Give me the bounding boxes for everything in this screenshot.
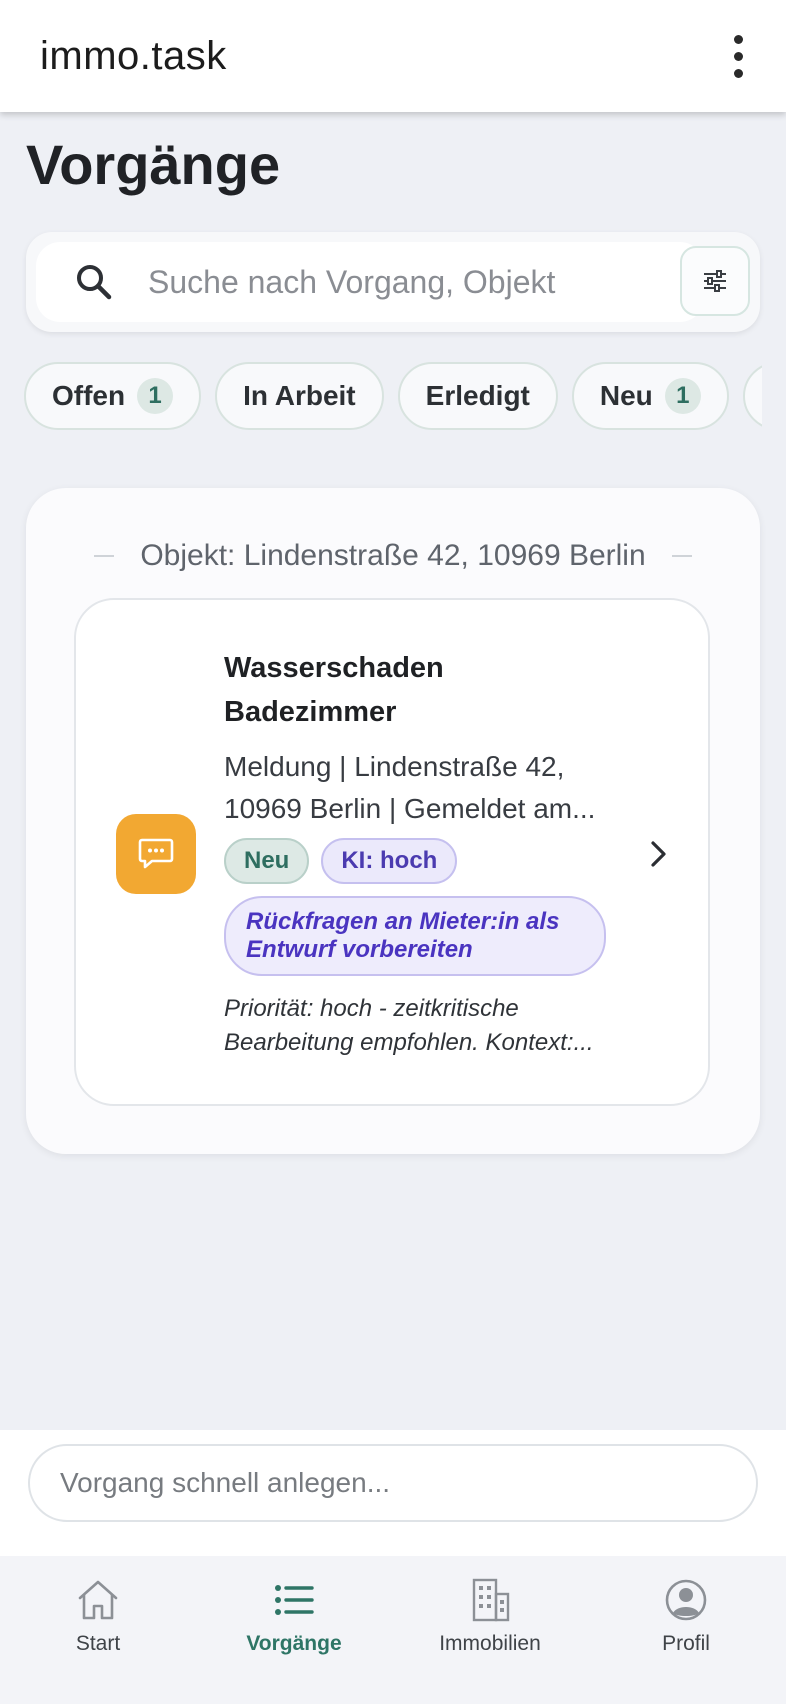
nav-item-profil[interactable]: Profil xyxy=(588,1576,784,1686)
chip-label: In Arbeit xyxy=(243,380,356,411)
app-bar: immo.task xyxy=(0,0,786,112)
divider xyxy=(94,555,115,557)
case-meta: Meldung | Lindenstraße 42, 10969 Berlin … xyxy=(224,751,596,824)
chip-label: Offen xyxy=(52,380,126,411)
bottom-navigation: Start Vorgänge Immobilien Profil xyxy=(0,1556,786,1704)
chip-count: 1 xyxy=(137,378,174,414)
chip-label: Neu xyxy=(599,380,653,411)
filter-chip-in-arbeit[interactable]: In Arbeit xyxy=(215,362,384,430)
ai-suggestion-badge: Rückfragen an Mieter:in als Entwurf vorb… xyxy=(224,896,606,976)
object-group: Objekt: Lindenstraße 42, 10969 Berlin Wa… xyxy=(26,488,760,1154)
sliders-icon xyxy=(704,270,726,292)
quick-create-input[interactable] xyxy=(28,1444,758,1522)
quick-create-bar xyxy=(0,1430,786,1556)
nav-label: Start xyxy=(75,1632,121,1655)
chip-label: Erledigt xyxy=(425,380,530,411)
case-tags: Neu KI: hoch xyxy=(224,838,604,884)
nav-item-start[interactable]: Start xyxy=(0,1576,196,1686)
more-vertical-icon[interactable] xyxy=(720,28,756,84)
home-icon xyxy=(78,1580,118,1620)
status-badge: Neu xyxy=(224,838,310,884)
user-circle-icon xyxy=(665,1579,707,1621)
divider xyxy=(671,555,692,557)
search-bar xyxy=(26,232,760,332)
search-field[interactable] xyxy=(36,242,704,322)
chevron-right-icon xyxy=(651,841,666,867)
case-title: Wasserschaden Badezimmer xyxy=(224,652,444,728)
case-note: Priorität: hoch - zeitkritische Bearbeit… xyxy=(224,995,594,1056)
filter-chip-p[interactable]: P xyxy=(742,362,762,430)
nav-label: Immobilien xyxy=(439,1632,541,1655)
case-content: Wasserschaden Badezimmer Meldung | Linde… xyxy=(224,646,606,1060)
case-card[interactable]: Wasserschaden Badezimmer Meldung | Linde… xyxy=(74,598,710,1106)
chip-count: 1 xyxy=(664,378,701,414)
group-title: Objekt: Lindenstraße 42, 10969 Berlin xyxy=(140,539,646,572)
building-icon xyxy=(472,1578,510,1622)
ai-priority-badge: KI: hoch xyxy=(321,838,458,884)
filter-button[interactable] xyxy=(680,246,750,316)
list-icon xyxy=(275,1585,314,1615)
nav-item-immobilien[interactable]: Immobilien xyxy=(392,1576,588,1686)
search-icon xyxy=(77,265,112,300)
filter-chip-offen[interactable]: Offen 1 xyxy=(24,362,202,430)
nav-label: Vorgänge xyxy=(246,1632,342,1655)
app-title: immo.task xyxy=(40,33,227,78)
chat-bubble-icon xyxy=(116,814,196,894)
search-input[interactable] xyxy=(148,263,568,301)
nav-item-vorgaenge[interactable]: Vorgänge xyxy=(196,1576,392,1686)
group-header: Objekt: Lindenstraße 42, 10969 Berlin xyxy=(26,536,760,576)
filter-chips: Offen 1 In Arbeit Erledigt Neu 1 P xyxy=(24,362,762,432)
filter-chip-neu[interactable]: Neu 1 xyxy=(571,362,729,430)
nav-label: Profil xyxy=(662,1632,710,1655)
filter-chip-erledigt[interactable]: Erledigt xyxy=(397,362,558,430)
page-title: Vorgänge xyxy=(26,133,281,196)
